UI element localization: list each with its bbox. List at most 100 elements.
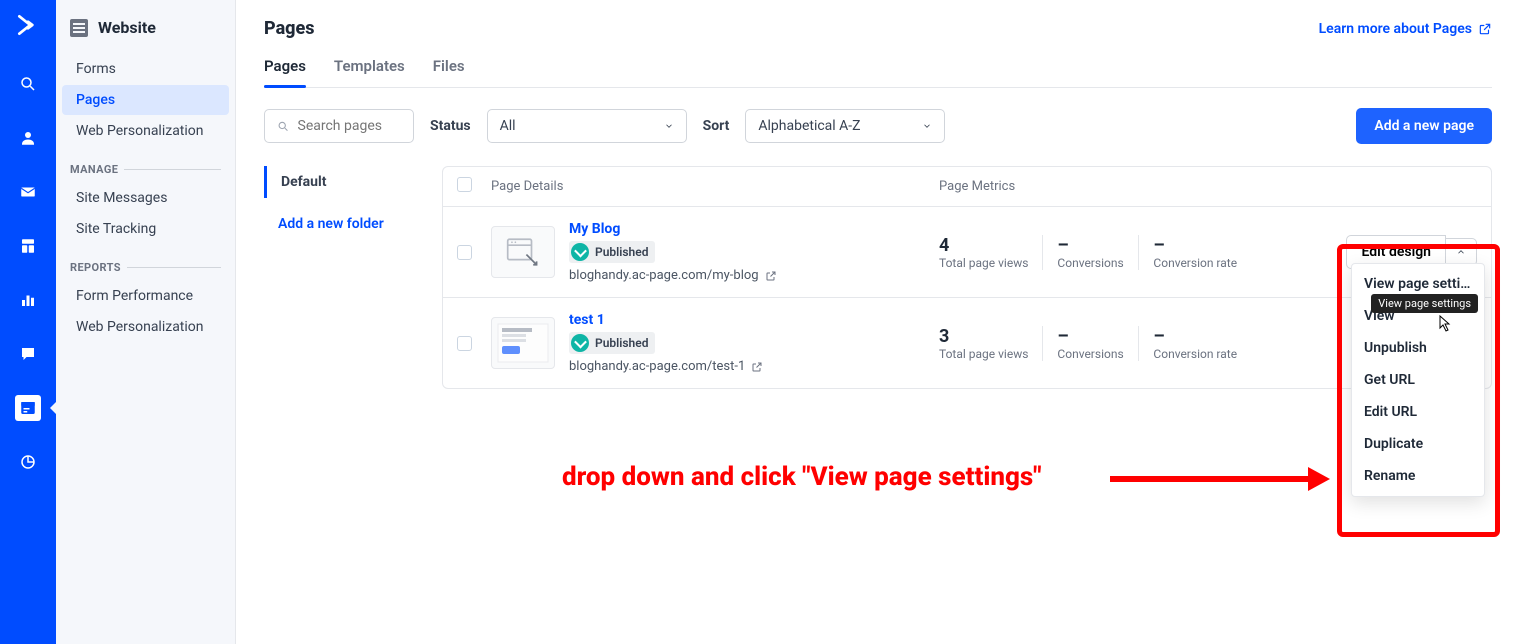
check-icon (571, 334, 589, 352)
rail-pie-icon[interactable] (0, 446, 56, 478)
sidebar-section-manage: MANAGE (56, 147, 235, 182)
metric-value: – (1153, 326, 1237, 347)
sidebar-item-web-personalization[interactable]: Web Personalization (62, 116, 229, 146)
sort-select[interactable]: Alphabetical A-Z (745, 109, 945, 143)
row-checkbox[interactable] (457, 245, 472, 260)
chevron-up-icon (1456, 247, 1466, 257)
rail-user-icon[interactable] (0, 122, 56, 154)
dropdown-item-edit-url[interactable]: Edit URL (1352, 396, 1484, 428)
website-icon (70, 19, 88, 37)
status-label: Status (430, 118, 471, 134)
cursor-icon (1434, 314, 1452, 338)
side-panel-title: Website (98, 18, 156, 37)
pages-table: Page Details Page Metrics My Blog Publis… (442, 166, 1492, 389)
search-icon (277, 119, 290, 134)
status-text: Published (595, 336, 648, 350)
learn-more-label: Learn more about Pages (1319, 21, 1472, 37)
tab-pages[interactable]: Pages (264, 57, 306, 87)
dropdown-tooltip: View page settings (1371, 294, 1478, 313)
metric-value: – (1153, 235, 1237, 256)
table-row: test 1 Published bloghandy.ac-page.com/t… (443, 298, 1491, 388)
side-panel-header: Website (56, 14, 235, 53)
metric-label: Total page views (939, 256, 1028, 270)
sidebar-item-pages[interactable]: Pages (62, 85, 229, 115)
search-input-wrapper[interactable] (264, 109, 414, 143)
page-name-link[interactable]: My Blog (569, 221, 939, 237)
select-all-checkbox[interactable] (457, 177, 472, 192)
sidebar-section-reports: REPORTS (56, 245, 235, 280)
rail-chat-icon[interactable] (0, 338, 56, 370)
metric-views: 4Total page views (939, 235, 1042, 270)
logo-icon (13, 10, 43, 40)
col-page-details: Page Details (491, 179, 939, 194)
page-thumbnail (491, 226, 555, 278)
metric-conversion-rate: –Conversion rate (1138, 326, 1251, 361)
side-panel: Website Forms Pages Web Personalization … (56, 0, 236, 644)
status-value: All (500, 118, 516, 134)
page-title: Pages (264, 18, 314, 39)
add-folder-link[interactable]: Add a new folder (264, 208, 424, 240)
tab-files[interactable]: Files (433, 57, 465, 87)
external-link-icon (765, 270, 777, 282)
sidebar-item-web-personalization-report[interactable]: Web Personalization (62, 312, 229, 342)
add-page-button[interactable]: Add a new page (1356, 108, 1492, 144)
folders-panel: Default Add a new folder (264, 166, 424, 389)
metric-label: Conversions (1057, 256, 1124, 270)
sort-value: Alphabetical A-Z (758, 118, 860, 134)
rail-search-icon[interactable] (0, 68, 56, 100)
metric-conversion-rate: –Conversion rate (1138, 235, 1251, 270)
sort-label: Sort (703, 118, 730, 134)
chevron-down-icon (664, 121, 674, 131)
icon-rail (0, 0, 56, 644)
table-header: Page Details Page Metrics (443, 167, 1491, 207)
search-input[interactable] (298, 118, 401, 134)
folder-default[interactable]: Default (264, 166, 424, 198)
page-name-link[interactable]: test 1 (569, 312, 939, 328)
dropdown-item-rename[interactable]: Rename (1352, 460, 1484, 492)
page-thumbnail (491, 317, 555, 369)
annotation-arrow-head (1308, 467, 1330, 491)
external-link-icon (751, 361, 763, 373)
rail-site-icon[interactable] (0, 230, 56, 262)
metric-label: Conversion rate (1153, 347, 1237, 361)
status-badge: Published (569, 332, 655, 354)
sidebar-item-form-performance[interactable]: Form Performance (62, 281, 229, 311)
sidebar-item-forms[interactable]: Forms (62, 54, 229, 84)
metric-conversions: –Conversions (1042, 326, 1138, 361)
metric-conversions: –Conversions (1042, 235, 1138, 270)
col-page-metrics: Page Metrics (939, 179, 1477, 194)
row-checkbox[interactable] (457, 336, 472, 351)
row-actions-dropdown: View page settings View Unpublish Get UR… (1351, 263, 1485, 497)
metric-value: 4 (939, 235, 1028, 256)
status-select[interactable]: All (487, 109, 687, 143)
page-url-text: bloghandy.ac-page.com/my-blog (569, 268, 759, 283)
metric-label: Total page views (939, 347, 1028, 361)
tab-templates[interactable]: Templates (334, 57, 405, 87)
learn-more-link[interactable]: Learn more about Pages (1319, 21, 1492, 37)
page-url-text: bloghandy.ac-page.com/test-1 (569, 359, 745, 374)
rail-mail-icon[interactable] (0, 176, 56, 208)
chevron-down-icon (922, 121, 932, 131)
status-text: Published (595, 245, 648, 259)
dropdown-item-unpublish[interactable]: Unpublish (1352, 332, 1484, 364)
dropdown-item-duplicate[interactable]: Duplicate (1352, 428, 1484, 460)
page-url[interactable]: bloghandy.ac-page.com/my-blog (569, 268, 939, 283)
annotation-text: drop down and click "View page settings" (562, 462, 1042, 492)
check-icon (571, 243, 589, 261)
page-url[interactable]: bloghandy.ac-page.com/test-1 (569, 359, 939, 374)
sidebar-item-site-messages[interactable]: Site Messages (62, 183, 229, 213)
annotation-arrow-line (1110, 476, 1310, 482)
table-row: My Blog Published bloghandy.ac-page.com/… (443, 207, 1491, 298)
metric-views: 3Total page views (939, 326, 1042, 361)
metric-value: – (1057, 326, 1124, 347)
rail-pages-icon[interactable] (0, 392, 56, 424)
status-badge: Published (569, 241, 655, 263)
metric-label: Conversions (1057, 347, 1124, 361)
row-actions-dropdown-toggle[interactable] (1446, 238, 1477, 266)
metric-value: – (1057, 235, 1124, 256)
metric-label: Conversion rate (1153, 256, 1237, 270)
rail-reports-icon[interactable] (0, 284, 56, 316)
sidebar-item-site-tracking[interactable]: Site Tracking (62, 214, 229, 244)
metric-value: 3 (939, 326, 1028, 347)
dropdown-item-get-url[interactable]: Get URL (1352, 364, 1484, 396)
